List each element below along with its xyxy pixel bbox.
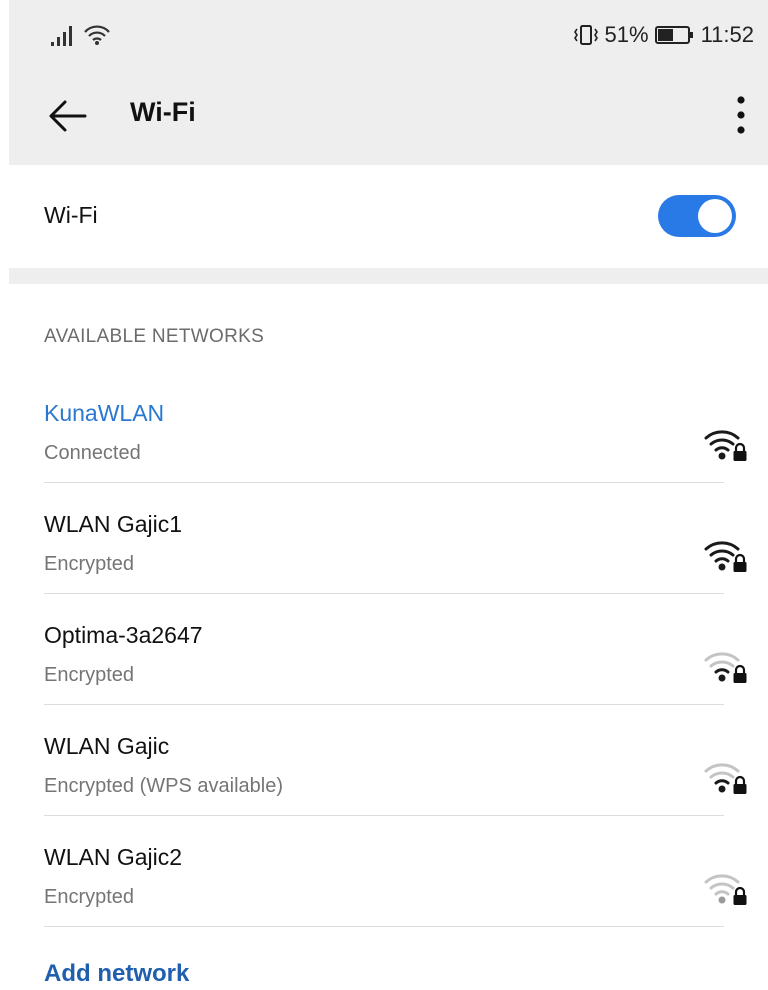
back-button[interactable] [45,94,95,138]
toggle-knob [698,199,732,233]
battery-percent: 51% [604,22,649,47]
network-status: Connected [44,442,141,464]
wifi-toggle-row[interactable]: Wi-Fi [9,165,768,268]
arrow-back-icon [49,100,87,132]
list-divider [44,704,724,705]
wifi-signal-lock-icon [704,541,747,572]
wifi-toggle-label: Wi-Fi [44,202,98,228]
network-name: WLAN Gajic1 [44,511,183,537]
available-networks-header: AVAILABLE NETWORKS [44,326,265,347]
network-name: WLAN Gajic [44,733,170,759]
add-network-button[interactable]: Add network [44,960,189,988]
cell-signal-icon [51,26,72,46]
list-divider [44,593,724,594]
status-bar: 51% 11:52 [9,0,768,70]
section-divider [9,268,768,284]
list-divider [44,482,724,483]
wifi-signal-lock-icon [704,652,747,683]
clock: 11:52 [700,22,754,47]
wifi-signal-lock-icon [704,763,747,794]
wifi-signal-lock-icon [704,874,747,905]
network-name: Optima-3a2647 [44,622,203,648]
status-left [51,24,111,46]
network-status: Encrypted [44,553,135,575]
network-name: KunaWLAN [44,400,165,426]
list-divider [44,815,724,816]
wifi-signal-lock-icon [704,430,747,461]
more-vert-icon [737,96,745,134]
network-status: Encrypted [44,664,135,686]
wifi-toggle-switch[interactable] [658,195,736,237]
network-status: Encrypted (WPS available) [44,775,283,797]
page-title: Wi-Fi [130,97,196,127]
vibrate-icon [573,25,598,45]
battery-icon [654,26,693,44]
more-options-button[interactable] [726,90,756,140]
wifi-status-icon [84,25,110,45]
status-right: 51% 11:52 [573,22,754,48]
network-status: Encrypted [44,886,135,908]
app-bar: Wi-Fi [9,70,768,165]
list-divider [44,926,724,927]
network-name: WLAN Gajic2 [44,844,183,870]
